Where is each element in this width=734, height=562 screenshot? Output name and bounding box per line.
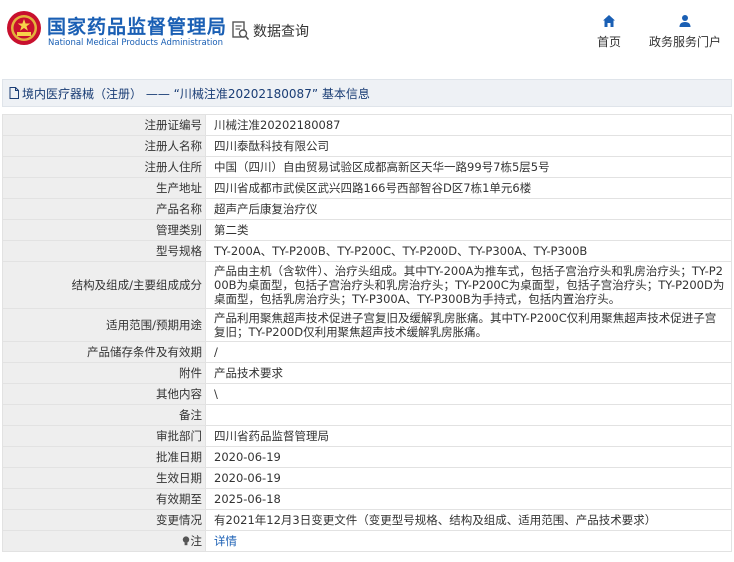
field-value: / <box>205 341 732 363</box>
field-value <box>205 404 732 426</box>
nav-home-label: 首页 <box>596 35 621 49</box>
data-query-link[interactable]: 数据查询 <box>232 20 309 42</box>
field-label: 结构及组成/主要组成成分 <box>2 261 206 309</box>
document-icon <box>9 87 19 99</box>
field-value: 产品技术要求 <box>205 362 732 384</box>
data-query-label: 数据查询 <box>253 24 309 40</box>
field-label: 注册证编号 <box>2 114 206 136</box>
field-label: 型号规格 <box>2 240 206 262</box>
table-row: 其他内容 \ <box>2 383 732 405</box>
table-row: 批准日期 2020-06-19 <box>2 446 732 468</box>
field-label: 审批部门 <box>2 425 206 447</box>
field-label: 附件 <box>2 362 206 384</box>
field-value: 产品由主机（含软件）、治疗头组成。其中TY-200A为推车式，包括子宫治疗头和乳… <box>205 261 732 309</box>
table-row: 审批部门 四川省药品监督管理局 <box>2 425 732 447</box>
note-key: 注 <box>190 534 203 548</box>
field-label: 注册人住所 <box>2 156 206 178</box>
details-link[interactable]: 详情 <box>214 534 237 548</box>
field-value: 2020-06-19 <box>205 467 732 489</box>
table-row: 备注 <box>2 404 732 426</box>
table-row: 有效期至 2025-06-18 <box>2 488 732 510</box>
user-icon <box>679 15 691 27</box>
data-query-icon <box>232 21 250 41</box>
nav-home[interactable]: 首页 <box>594 14 624 50</box>
field-value: 川械注准20202180087 <box>205 114 732 136</box>
site-name-cn[interactable]: 国家药品监督管理局 <box>47 12 227 39</box>
field-label: 其他内容 <box>2 383 206 405</box>
table-row: 注册证编号 川械注准20202180087 <box>2 114 732 136</box>
field-label: 批准日期 <box>2 446 206 468</box>
field-value: 中国（四川）自由贸易试验区成都高新区天华一路99号7栋5层5号 <box>205 156 732 178</box>
detail-title-bar: 境内医疗器械（注册） —— “川械注准20202180087” 基本信息 <box>2 79 732 107</box>
page-title: 境内医疗器械（注册） —— “川械注准20202180087” 基本信息 <box>22 86 370 101</box>
field-value: 2025-06-18 <box>205 488 732 510</box>
field-value: TY-200A、TY-P200B、TY-P200C、TY-P200D、TY-P3… <box>205 240 732 262</box>
field-value: 有2021年12月3日变更文件（变更型号规格、结构及组成、适用范围、产品技术要求… <box>205 509 732 531</box>
table-row: 附件 产品技术要求 <box>2 362 732 384</box>
site-name-en[interactable]: National Medical Products Administration <box>48 38 223 48</box>
field-value: 四川省成都市武侯区武兴四路166号西部智谷D区7栋1单元6楼 <box>205 177 732 199</box>
field-label: 变更情况 <box>2 509 206 531</box>
field-label: 生效日期 <box>2 467 206 489</box>
field-value: 第二类 <box>205 219 732 241</box>
field-label: 产品储存条件及有效期 <box>2 341 206 363</box>
field-label: 适用范围/预期用途 <box>2 308 206 342</box>
nav-gov-label: 政务服务门户 <box>648 35 721 49</box>
field-value: \ <box>205 383 732 405</box>
table-row: 结构及组成/主要组成成分 产品由主机（含软件）、治疗头组成。其中TY-200A为推… <box>2 261 732 309</box>
field-value: 2020-06-19 <box>205 446 732 468</box>
table-row: 注册人名称 四川泰酞科技有限公司 <box>2 135 732 157</box>
field-label: 产品名称 <box>2 198 206 220</box>
table-row: 型号规格 TY-200A、TY-P200B、TY-P200C、TY-P200D、T… <box>2 240 732 262</box>
field-label: 管理类别 <box>2 219 206 241</box>
lightbulb-icon <box>182 536 189 546</box>
table-row: 注册人住所 中国（四川）自由贸易试验区成都高新区天华一路99号7栋5层5号 <box>2 156 732 178</box>
nav-gov-portal[interactable]: 政务服务门户 <box>646 14 724 50</box>
table-row: 产品名称 超声产后康复治疗仪 <box>2 198 732 220</box>
field-label: 备注 <box>2 404 206 426</box>
field-value: 超声产后康复治疗仪 <box>205 198 732 220</box>
home-icon <box>603 15 615 27</box>
field-label: 生产地址 <box>2 177 206 199</box>
field-label: 有效期至 <box>2 488 206 510</box>
table-row: 产品储存条件及有效期 / <box>2 341 732 363</box>
table-row: 适用范围/预期用途 产品利用聚焦超声技术促进子宫复旧及缓解乳房胀痛。其中TY-P2… <box>2 308 732 342</box>
field-value: 产品利用聚焦超声技术促进子宫复旧及缓解乳房胀痛。其中TY-P200C仅利用聚焦超… <box>205 308 732 342</box>
note-value: 详情 <box>205 530 732 552</box>
site-header: 国家药品监督管理局 National Medical Products Admi… <box>0 0 734 62</box>
national-emblem-logo[interactable] <box>6 10 42 46</box>
table-row: 生效日期 2020-06-19 <box>2 467 732 489</box>
table-row: 变更情况 有2021年12月3日变更文件（变更型号规格、结构及组成、适用范围、产品… <box>2 509 732 531</box>
field-value: 四川省药品监督管理局 <box>205 425 732 447</box>
device-detail-table: 注册证编号 川械注准20202180087 注册人名称 四川泰酞科技有限公司 注册人住所… <box>2 114 732 552</box>
field-label: 注册人名称 <box>2 135 206 157</box>
table-row-note: 注详情 <box>2 530 732 552</box>
table-row: 管理类别 第二类 <box>2 219 732 241</box>
field-value: 四川泰酞科技有限公司 <box>205 135 732 157</box>
table-row: 生产地址 四川省成都市武侯区武兴四路166号西部智谷D区7栋1单元6楼 <box>2 177 732 199</box>
note-label: 注 <box>2 530 206 552</box>
